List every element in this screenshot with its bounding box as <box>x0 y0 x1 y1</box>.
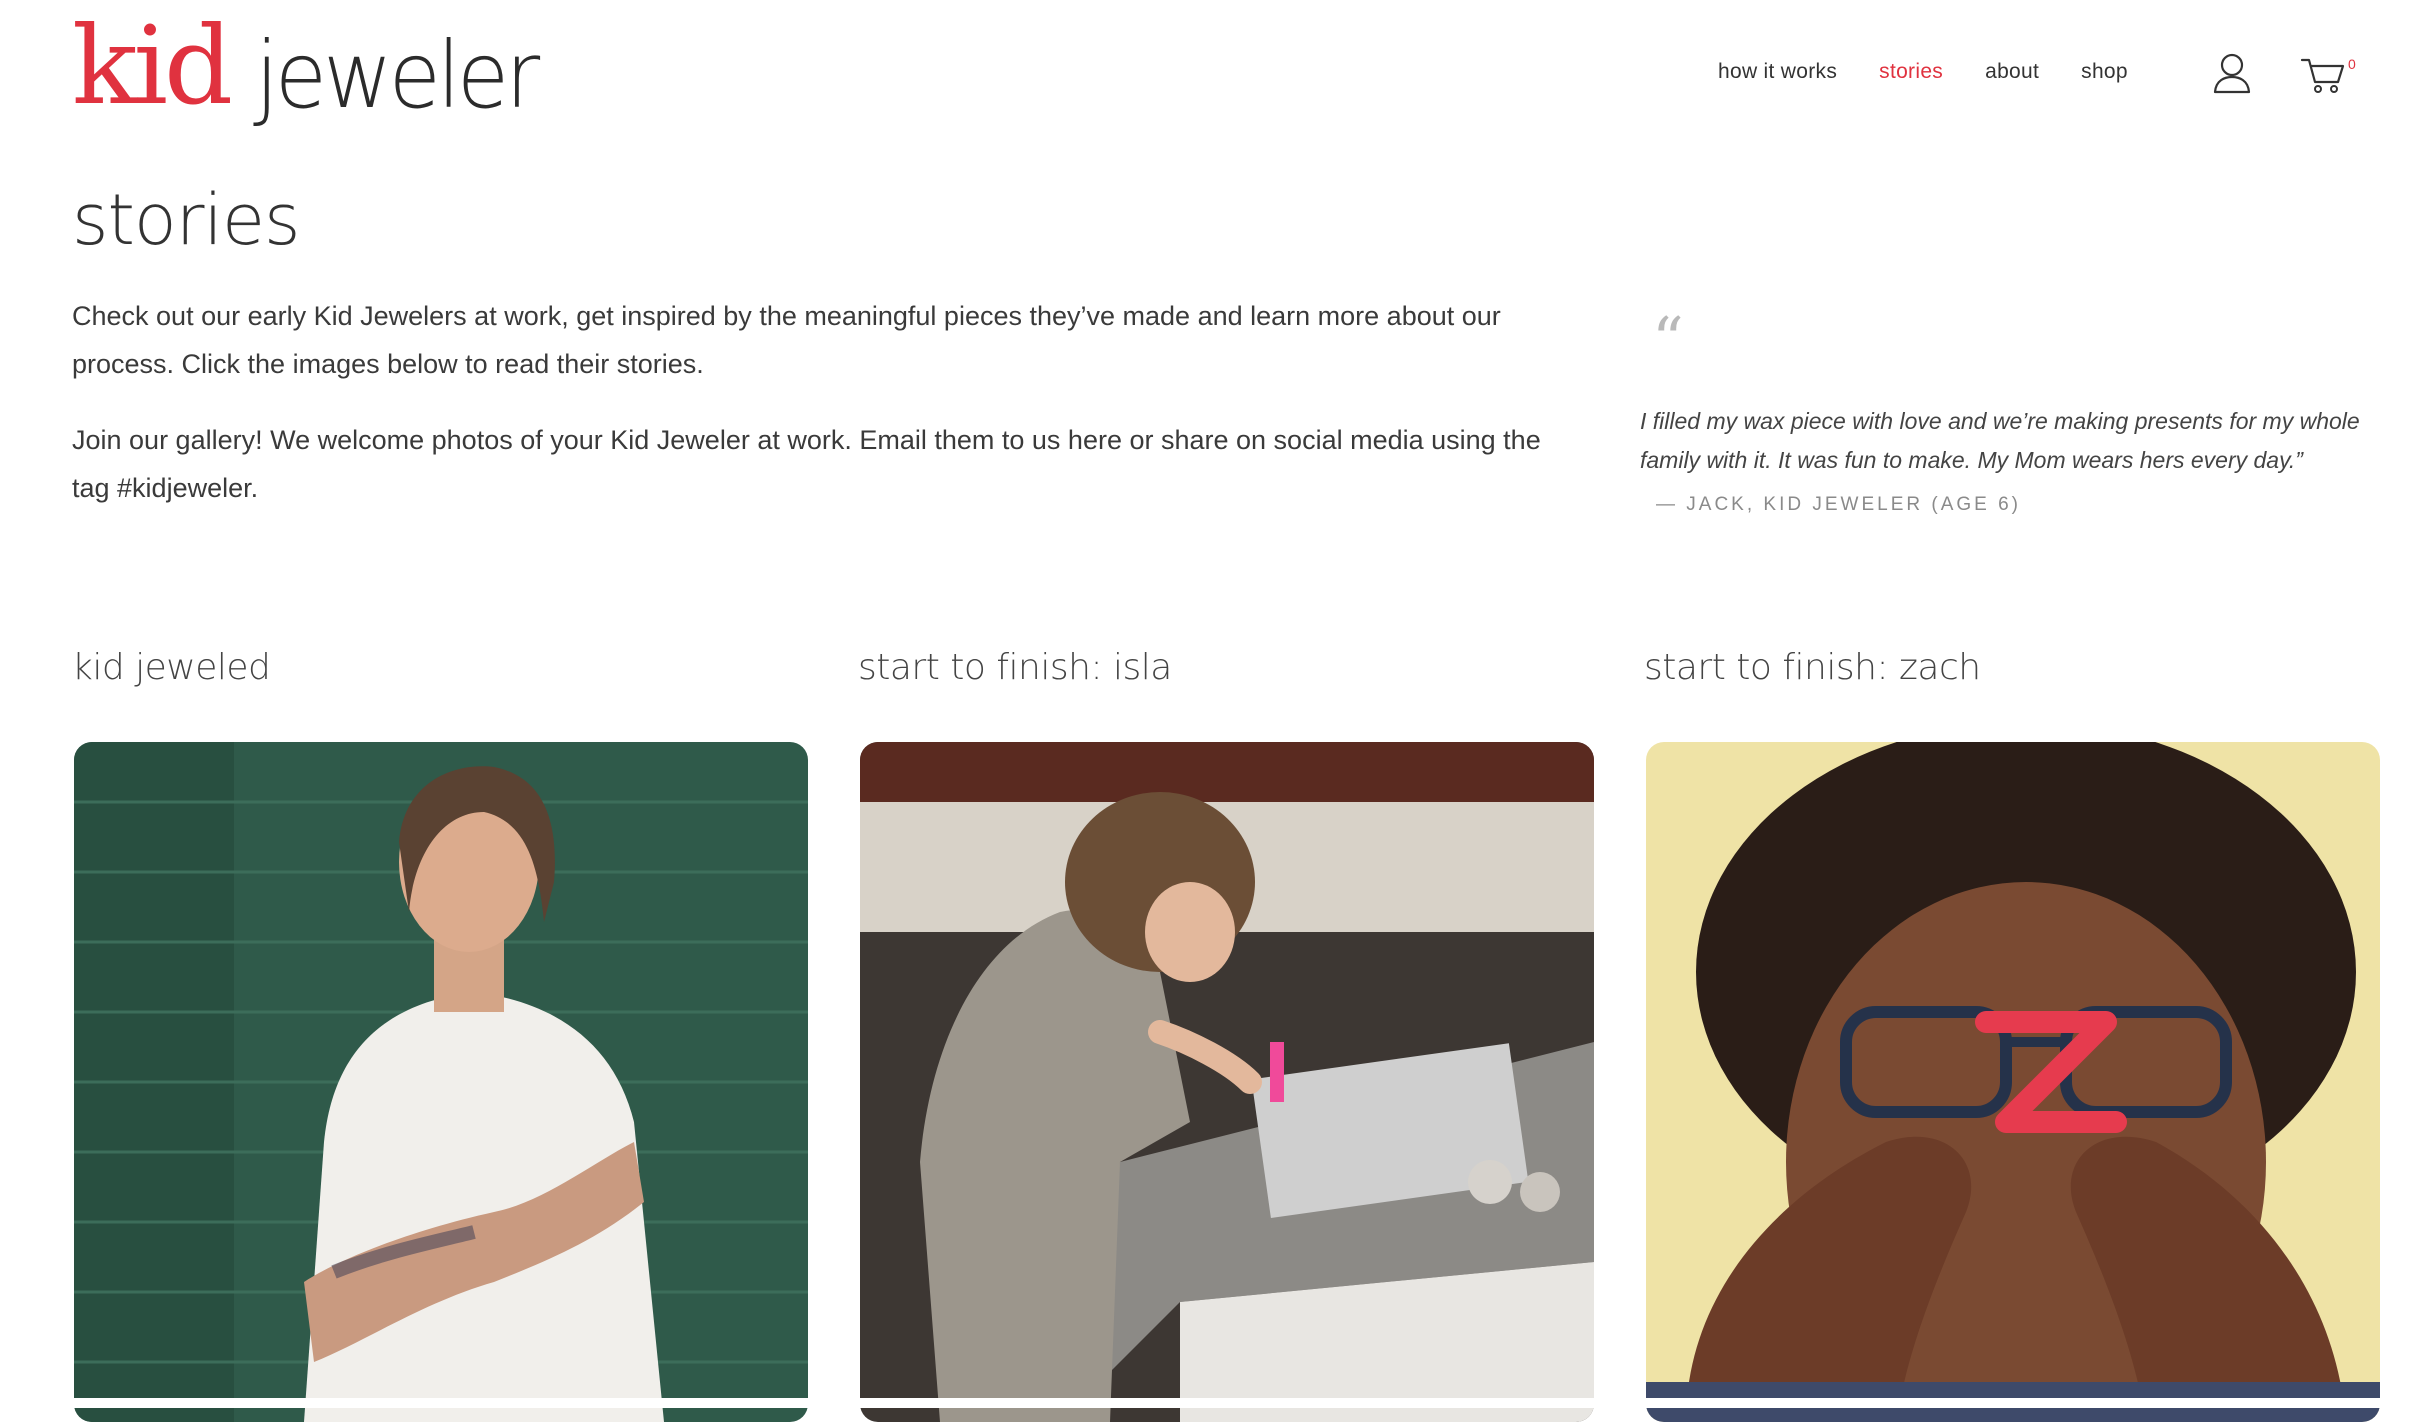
story-image-kid-jeweled[interactable] <box>74 742 808 1422</box>
story-image-zach[interactable] <box>1646 742 2380 1422</box>
main-nav: how it works stories about shop <box>1718 60 2170 90</box>
user-icon[interactable] <box>2212 52 2252 94</box>
quote-mark-icon: “ <box>1652 303 1684 376</box>
page-title: stories <box>72 179 301 261</box>
nav-stories[interactable]: stories <box>1879 60 1943 90</box>
intro-text: Check out our early Kid Jewelers at work… <box>72 292 1572 540</box>
cart-count-badge: 0 <box>2348 56 2356 72</box>
nav-how-it-works[interactable]: how it works <box>1718 60 1837 90</box>
nav-about[interactable]: about <box>1985 60 2039 90</box>
story-title-kid-jeweled[interactable]: kid jeweled <box>72 640 271 696</box>
intro-paragraph-2: Join our gallery! We welcome photos of y… <box>72 425 1541 503</box>
testimonial-quote: I filled my wax piece with love and we’r… <box>1640 408 2360 473</box>
intro-paragraph-1: Check out our early Kid Jewelers at work… <box>72 301 1501 379</box>
nav-shop[interactable]: shop <box>2081 60 2128 90</box>
page-bottom-edge <box>0 1398 2416 1408</box>
logo-kid-text: kid <box>72 4 233 129</box>
logo[interactable]: kid jeweler <box>72 12 561 132</box>
cart-icon[interactable] <box>2300 54 2346 94</box>
story-image-isla[interactable] <box>860 742 1594 1422</box>
story-title-zach[interactable]: start to finish: zach <box>1644 640 1981 696</box>
testimonial-author: — JACK, KID JEWELER (AGE 6) <box>1656 494 2021 515</box>
logo-jeweler-text: jeweler <box>255 22 540 129</box>
story-title-isla[interactable]: start to finish: isla <box>858 640 1172 696</box>
